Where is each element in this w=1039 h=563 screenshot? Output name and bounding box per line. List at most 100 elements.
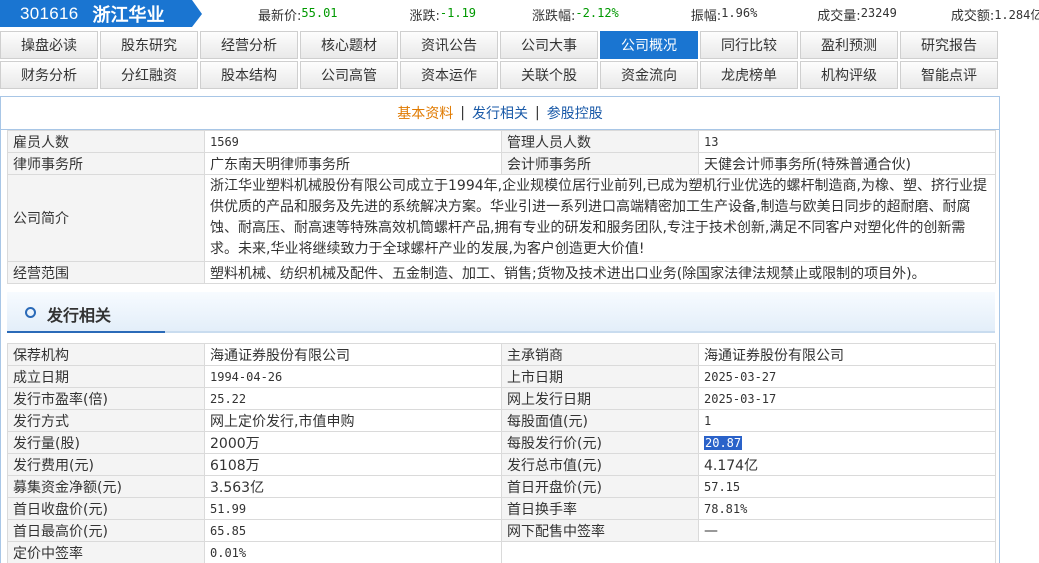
issue-key: 成立日期: [7, 365, 205, 388]
quote-item: 成交额: 1.284亿: [951, 5, 1039, 24]
quote-item: 成交量: 23249: [817, 5, 897, 24]
law-firm-label: 律师事务所: [7, 152, 205, 175]
quote-label: 振幅:: [690, 9, 722, 24]
quote-label: 涨跌:: [409, 9, 440, 24]
scope-value: 塑料机械、纺织机械及配件、五金制造、加工、销售;货物及技术进出口业务(除国家法律…: [204, 261, 996, 284]
issue-section-title: 发行相关: [47, 306, 112, 325]
issue-value: 1: [698, 409, 996, 432]
issue-value: 2025-03-17: [698, 387, 996, 410]
issue-value: 6108万: [204, 453, 502, 476]
scope-label: 经营范围: [7, 261, 205, 284]
issue-key: 发行量(股): [7, 431, 205, 454]
nav-tab[interactable]: 分红融资: [100, 61, 198, 89]
nav-tab[interactable]: 公司高管: [300, 61, 398, 89]
subnav-separator: |: [535, 105, 540, 121]
employees-value: 1569: [204, 130, 502, 153]
stock-name: 浙江华业: [92, 4, 165, 26]
stock-badge: 301616 浙江华业: [0, 0, 202, 27]
quote-value: 55.01: [301, 6, 338, 20]
quote-item: 涨跌幅: -2.12%: [532, 5, 619, 24]
issue-key: 定价中签率: [7, 541, 205, 563]
nav-tab[interactable]: 公司大事: [500, 31, 598, 59]
quote-item: 振幅: 1.96%: [691, 5, 758, 24]
quote-label: 成交量:: [817, 9, 861, 24]
issue-key: 首日收盘价(元): [7, 497, 205, 520]
issue-key: 主承销商: [501, 343, 699, 366]
issue-value: 2000万: [204, 431, 502, 454]
circle-bullet-icon: [25, 307, 36, 318]
table-row: 首日收盘价(元) 51.99 首日换手率 78.81%: [7, 497, 996, 520]
nav-tab[interactable]: 研究报告: [900, 31, 998, 59]
nav-tab[interactable]: 盈利预测: [800, 31, 898, 59]
issue-key: 发行总市值(元): [501, 453, 699, 476]
table-row: 募集资金净额(元) 3.563亿 首日开盘价(元) 57.15: [7, 475, 996, 498]
section-underline: [7, 331, 165, 333]
nav-tab[interactable]: 资讯公告: [400, 31, 498, 59]
issue-value: 57.15: [698, 475, 996, 498]
quote-value: -1.19: [439, 6, 477, 20]
nav-tab[interactable]: 财务分析: [0, 61, 98, 89]
table-row: 律师事务所 广东南天明律师事务所 会计师事务所 天健会计师事务所(特殊普通合伙): [7, 152, 996, 175]
nav-tab[interactable]: 核心题材: [300, 31, 398, 59]
nav-tab[interactable]: 同行比较: [700, 31, 798, 59]
law-firm-value: 广东南天明律师事务所: [204, 152, 502, 175]
issue-value: —: [698, 519, 996, 542]
issue-key: 发行费用(元): [7, 453, 205, 476]
nav-tab[interactable]: 智能点评: [900, 61, 998, 89]
issue-value: 78.81%: [698, 497, 996, 520]
issue-key: 发行市盈率(倍): [7, 387, 205, 410]
table-row: 成立日期 1994-04-26 上市日期 2025-03-27: [7, 365, 996, 388]
issue-value: 25.22: [204, 387, 502, 410]
issue-key: 每股面值(元): [501, 409, 699, 432]
nav-tab[interactable]: 机构评级: [800, 61, 898, 89]
nav-tab[interactable]: 资金流向: [600, 61, 698, 89]
table-row: 雇员人数 1569 管理人员人数 13: [7, 130, 996, 153]
sub-nav: 基本资料 | 发行相关 | 参股控股: [1, 97, 999, 130]
nav-tab[interactable]: 公司概况: [600, 31, 698, 59]
issue-key: 保荐机构: [7, 343, 205, 366]
nav-row-1: 操盘必读 股东研究 经营分析 核心题材 资讯公告 公司大事 公司概况 同行比较 盈利预测 研究报告: [0, 31, 1000, 61]
nav-tab[interactable]: 资本运作: [400, 61, 498, 89]
intro-value: 浙江华业塑料机械股份有限公司成立于1994年,企业规模位居行业前列,已成为塑机行…: [204, 174, 996, 262]
table-row: 经营范围 塑料机械、纺织机械及配件、五金制造、加工、销售;货物及技术进出口业务(…: [7, 261, 996, 284]
table-row: 定价中签率 0.01%: [7, 541, 996, 563]
nav-tab[interactable]: 龙虎榜单: [700, 61, 798, 89]
quote-label: 成交额:: [950, 9, 995, 24]
issue-value: 海通证券股份有限公司: [204, 343, 502, 366]
quote-bar: 301616 浙江华业 最新价: 55.01 涨跌: -1.19 涨跌幅: -2.12% 振…: [0, 0, 1039, 28]
issue-key: 网上发行日期: [501, 387, 699, 410]
issue-key: 首日开盘价(元): [501, 475, 699, 498]
nav-row-2: 财务分析 分红融资 股本结构 公司高管 资本运作 关联个股 资金流向 龙虎榜单 机构评级 智能点评: [0, 61, 1000, 91]
subnav-basic-link[interactable]: 基本资料: [397, 103, 453, 123]
table-row: 发行方式 网上定价发行,市值申购 每股面值(元) 1: [7, 409, 996, 432]
issue-key: 发行方式: [7, 409, 205, 432]
issue-section-header: 发行相关: [7, 292, 995, 333]
subnav-holding-link[interactable]: 参股控股: [547, 103, 603, 123]
quote-label: 最新价:: [258, 9, 302, 24]
table-row: 公司简介 浙江华业塑料机械股份有限公司成立于1994年,企业规模位居行业前列,已…: [7, 174, 996, 262]
subnav-issue-link[interactable]: 发行相关: [472, 103, 528, 123]
quote-item: 最新价: 55.01: [258, 5, 338, 24]
issue-value: 3.563亿: [204, 475, 502, 498]
issue-value: 4.174亿: [698, 453, 996, 476]
employees-label: 雇员人数: [7, 130, 205, 153]
issue-table: 保荐机构 海通证券股份有限公司 主承销商 海通证券股份有限公司 成立日期 1994-04-…: [7, 343, 996, 563]
intro-label: 公司简介: [7, 174, 205, 262]
nav-tab[interactable]: 经营分析: [200, 31, 298, 59]
nav-tab[interactable]: 关联个股: [500, 61, 598, 89]
quote-value: -2.12%: [575, 6, 619, 20]
nav-tab[interactable]: 股本结构: [200, 61, 298, 89]
issue-key: 网下配售中签率: [501, 519, 699, 542]
quote-value: 1.96%: [721, 6, 758, 20]
stock-code: 301616: [20, 3, 79, 23]
empty-cell: [501, 541, 996, 563]
nav-tab[interactable]: 股东研究: [100, 31, 198, 59]
nav-tab[interactable]: 操盘必读: [0, 31, 98, 59]
quote-items: 最新价: 55.01 涨跌: -1.19 涨跌幅: -2.12% 振幅: 1.96% 成交量: 2…: [258, 5, 1039, 24]
accounting-firm-value: 天健会计师事务所(特殊普通合伙): [698, 152, 996, 175]
issue-value: 65.85: [204, 519, 502, 542]
issue-value: 0.01%: [204, 541, 502, 563]
accounting-firm-label: 会计师事务所: [501, 152, 699, 175]
issue-key: 每股发行价(元): [501, 431, 699, 454]
issue-value: 海通证券股份有限公司: [698, 343, 996, 366]
